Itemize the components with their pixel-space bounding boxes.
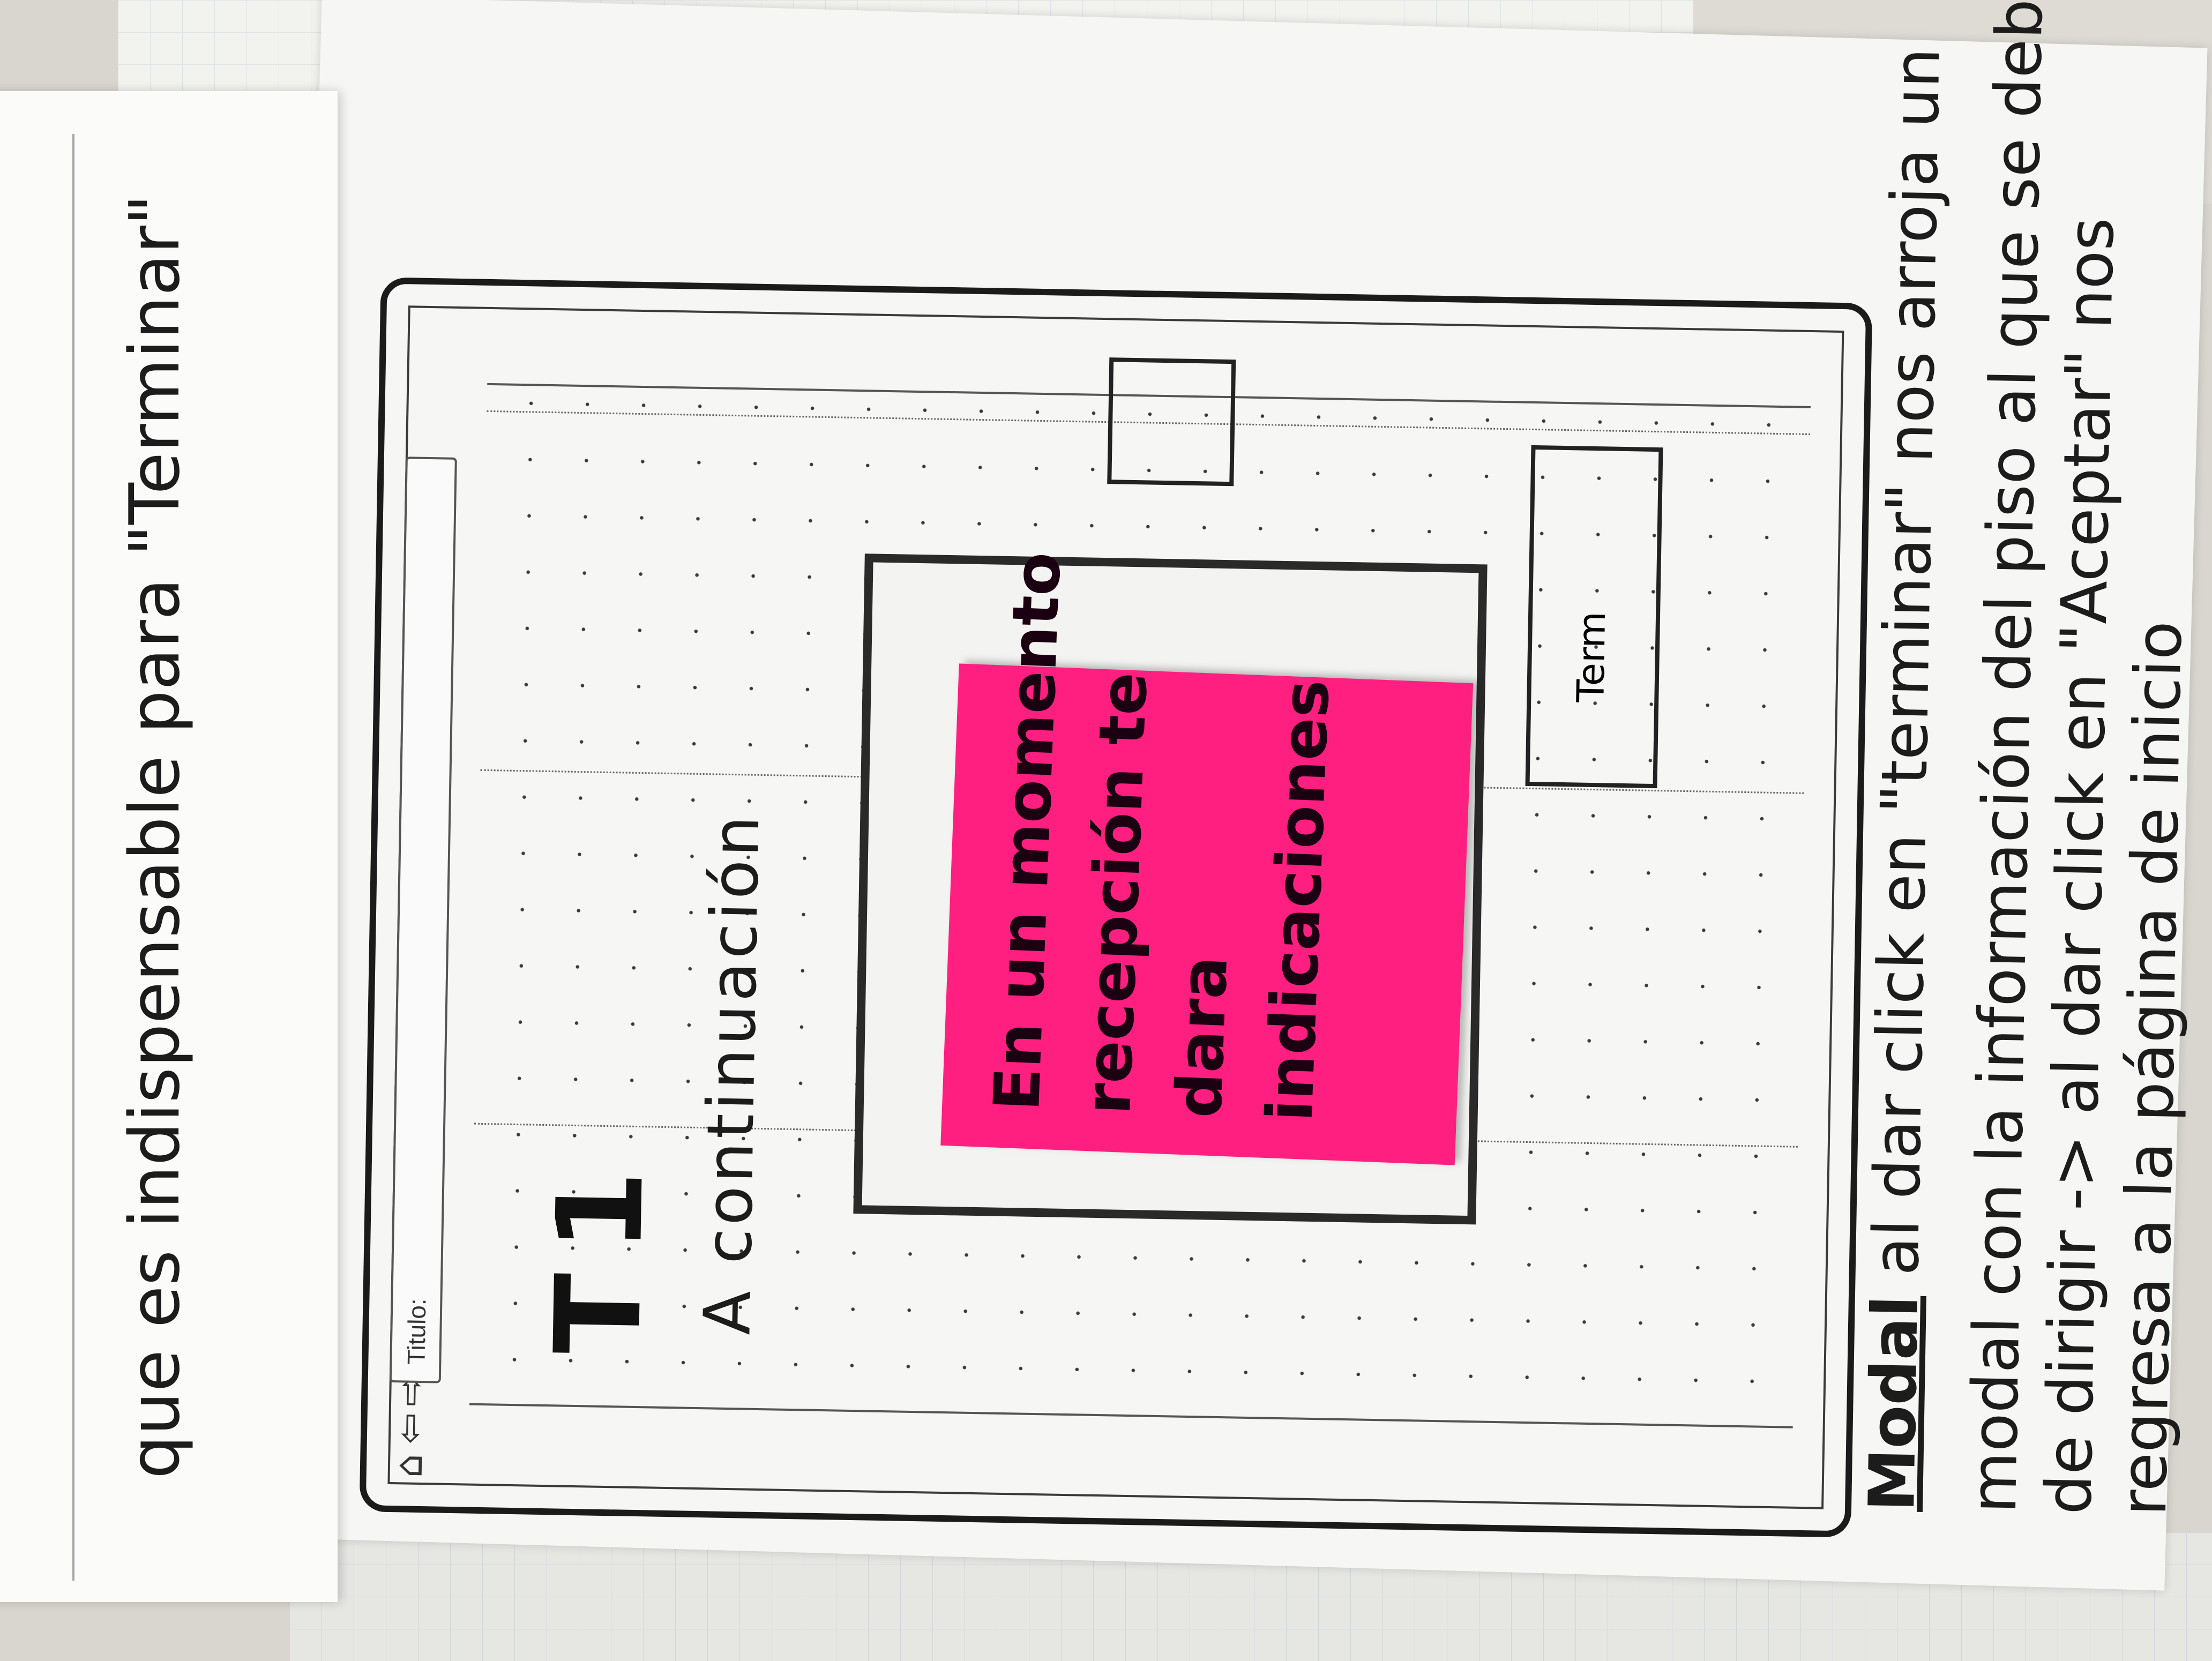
sticky-line: indicaciones [1252,678,1344,1123]
back-arrow-icon[interactable]: ⇦ [387,1409,432,1447]
content-text: A continuación [690,812,774,1336]
device-frame: ⌂ ⇦ ⇨ Titulo: T1 A continuación Term En … [359,277,1873,1538]
annotation-line: regresa a la página de inicio [2106,620,2196,1517]
terminate-button[interactable]: Term [1525,445,1663,789]
left-note-text: que es indispensable para "Terminar" [115,194,195,1479]
sticky-line: recepción te [1070,670,1162,1116]
title-field-label: Titulo: [402,1298,431,1365]
margin-rule [72,134,74,1581]
sticky-line: dara [1161,954,1242,1119]
home-icon[interactable]: ⌂ [387,1447,431,1485]
sticky-note: En un momento recepción te dara indicaci… [940,551,1474,1165]
paper-prototype: ⌂ ⇦ ⇨ Titulo: T1 A continuación Term En … [327,0,2196,1554]
screen-heading: T1 [529,1147,670,1356]
annotation-label: Modal [1854,1295,1932,1513]
small-box-button[interactable] [1107,357,1236,487]
terminate-button-label: Term [1568,611,1615,703]
